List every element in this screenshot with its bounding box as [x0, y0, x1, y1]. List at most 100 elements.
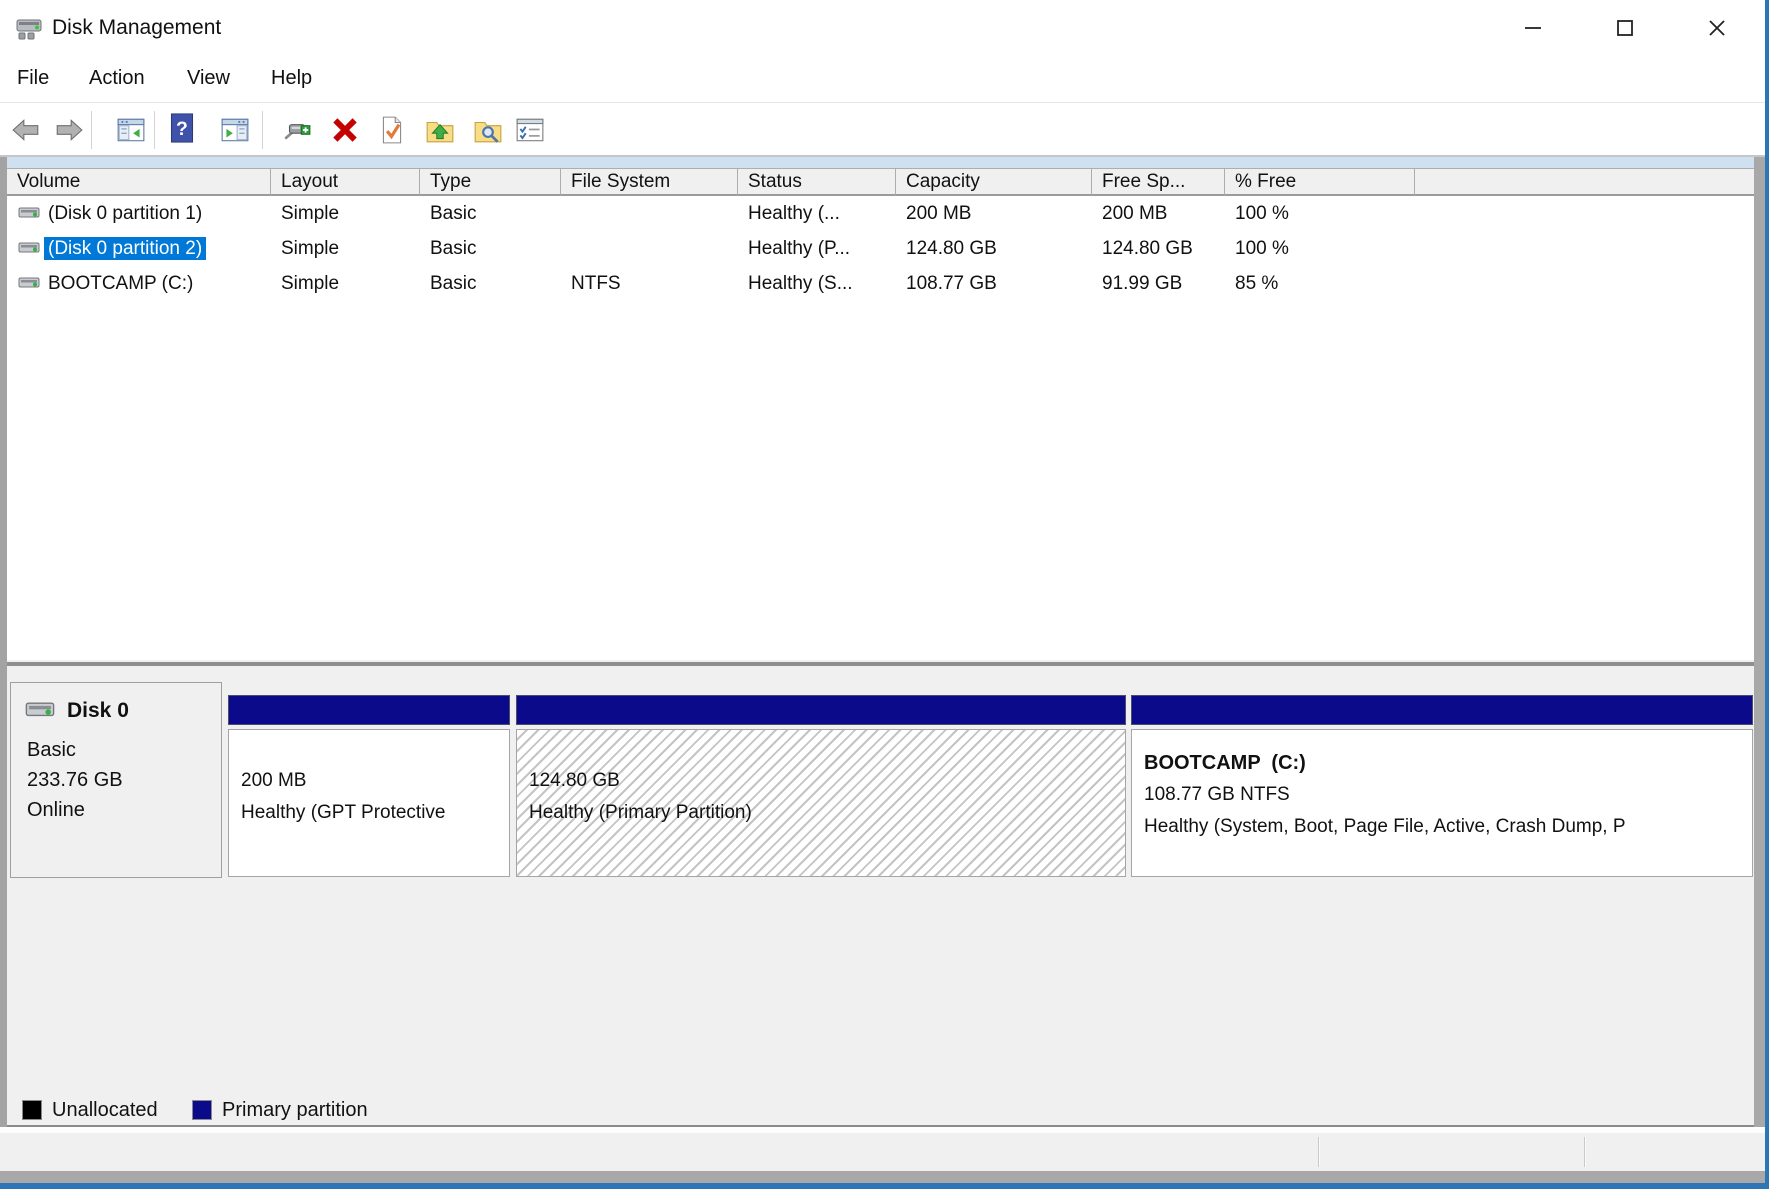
frame-left-edge — [0, 157, 7, 1127]
disk-management-window: Disk Management File Action View Help ? … — [0, 0, 1769, 1189]
cell-type[interactable]: Basic — [430, 196, 476, 231]
show-action-pane-icon[interactable] — [220, 115, 250, 145]
partition-3-body[interactable]: BOOTCAMP (C:) 108.77 GB NTFS Healthy (Sy… — [1131, 729, 1753, 877]
column-header-volume[interactable]: Volume — [7, 168, 271, 196]
column-header-status[interactable]: Status — [738, 168, 896, 196]
menu-file[interactable]: File — [12, 55, 54, 101]
partition-2-header-bar — [516, 695, 1126, 725]
cell-type[interactable]: Basic — [430, 231, 476, 266]
svg-text:?: ? — [176, 118, 188, 140]
partition-status: Healthy (System, Boot, Page File, Active… — [1144, 816, 1626, 837]
legend-primary-partition-label: Primary partition — [222, 1099, 368, 1121]
volume-row[interactable]: BOOTCAMP (C:) Simple Basic NTFS Healthy … — [7, 266, 1754, 301]
cell-free-space[interactable]: 124.80 GB — [1102, 231, 1193, 266]
cell-status[interactable]: Healthy (S... — [748, 266, 853, 301]
status-separator — [1584, 1137, 1586, 1167]
frame-bottom-edge — [0, 1171, 1769, 1183]
maximize-button[interactable] — [1602, 0, 1648, 55]
status-separator — [1318, 1137, 1320, 1167]
column-header-type[interactable]: Type — [420, 168, 561, 196]
disk-state: Online — [27, 799, 85, 821]
help-icon[interactable]: ? — [167, 113, 197, 143]
partition-label: BOOTCAMP (C:) — [1144, 752, 1306, 774]
forward-icon[interactable] — [54, 115, 84, 145]
frame-right-edge — [1754, 157, 1765, 1127]
cell-layout[interactable]: Simple — [281, 231, 339, 266]
cell-type[interactable]: Basic — [430, 266, 476, 301]
app-icon — [16, 19, 42, 40]
column-header-filler — [1415, 168, 1754, 196]
show-console-tree-icon[interactable] — [116, 115, 146, 145]
partition-size: 200 MB — [241, 770, 307, 791]
cell-volume[interactable]: BOOTCAMP (C:) — [48, 266, 193, 301]
partition-status: Healthy (Primary Partition) — [529, 802, 752, 823]
cell-layout[interactable]: Simple — [281, 266, 339, 301]
toolbar-separator — [154, 111, 155, 149]
legend-primary-partition-swatch — [192, 1100, 212, 1120]
disk-kind: Basic — [27, 739, 76, 761]
back-icon[interactable] — [11, 115, 41, 145]
disk-size: 233.76 GB — [27, 769, 123, 791]
pane-splitter[interactable] — [0, 660, 1769, 675]
column-header-pct-free[interactable]: % Free — [1225, 168, 1415, 196]
column-header-capacity[interactable]: Capacity — [896, 168, 1092, 196]
column-header-layout[interactable]: Layout — [271, 168, 420, 196]
partition-3-block[interactable]: BOOTCAMP (C:) 108.77 GB NTFS Healthy (Sy… — [1131, 695, 1753, 877]
graphical-view: Disk 0 Basic 233.76 GB Online 200 MB Hea… — [7, 675, 1754, 1127]
delete-volume-icon[interactable] — [330, 115, 360, 145]
cell-pct-free[interactable]: 85 % — [1235, 266, 1278, 301]
cell-capacity[interactable]: 200 MB — [906, 196, 971, 231]
volume-disk-icon — [18, 242, 40, 253]
volume-list: Volume Layout Type File System Status Ca… — [7, 157, 1754, 660]
folder-up-icon[interactable] — [425, 115, 455, 145]
cell-layout[interactable]: Simple — [281, 196, 339, 231]
menu-view[interactable]: View — [182, 55, 235, 101]
cell-capacity[interactable]: 108.77 GB — [906, 266, 997, 301]
cell-status[interactable]: Healthy (P... — [748, 231, 850, 266]
cell-free-space[interactable]: 91.99 GB — [1102, 266, 1182, 301]
partition-2-block[interactable]: 124.80 GB Healthy (Primary Partition) — [516, 695, 1126, 877]
partition-1-block[interactable]: 200 MB Healthy (GPT Protective — [228, 695, 510, 877]
disk0-panel[interactable]: Disk 0 Basic 233.76 GB Online — [10, 682, 222, 878]
cell-status[interactable]: Healthy (... — [748, 196, 840, 231]
window-title: Disk Management — [52, 16, 222, 39]
toolbar-separator — [91, 111, 92, 149]
close-button[interactable] — [1694, 0, 1740, 55]
toolbar: ? — [0, 102, 1769, 157]
menu-help[interactable]: Help — [266, 55, 317, 101]
menu-action[interactable]: Action — [84, 55, 150, 101]
cell-volume[interactable]: (Disk 0 partition 1) — [48, 196, 202, 231]
minimize-button[interactable] — [1510, 0, 1556, 55]
volume-row[interactable]: (Disk 0 partition 1) Simple Basic Health… — [7, 196, 1754, 231]
cell-pct-free[interactable]: 100 % — [1235, 196, 1289, 231]
disk-icon — [25, 702, 55, 717]
selection-highlight[interactable]: (Disk 0 partition 2) — [44, 237, 207, 260]
minimize-icon — [1525, 26, 1541, 29]
disk-name: Disk 0 — [67, 699, 129, 722]
list-top-strip — [7, 157, 1754, 168]
toolbar-separator — [262, 111, 263, 149]
cell-free-space[interactable]: 200 MB — [1102, 196, 1167, 231]
column-header-free-space[interactable]: Free Sp... — [1092, 168, 1225, 196]
legend-unallocated-label: Unallocated — [52, 1099, 158, 1121]
check-document-icon[interactable] — [377, 115, 407, 145]
cell-pct-free[interactable]: 100 % — [1235, 231, 1289, 266]
legend-unallocated-swatch — [22, 1100, 42, 1120]
properties-icon[interactable] — [515, 115, 545, 145]
folder-search-icon[interactable] — [473, 115, 503, 145]
partition-1-body[interactable]: 200 MB Healthy (GPT Protective — [228, 729, 510, 877]
close-icon — [1709, 19, 1725, 36]
partition-size: 124.80 GB — [529, 770, 620, 791]
partition-2-body-selected[interactable]: 124.80 GB Healthy (Primary Partition) — [516, 729, 1126, 877]
title-bar: Disk Management — [0, 0, 1769, 55]
partition-status: Healthy (GPT Protective — [241, 802, 446, 823]
cell-capacity[interactable]: 124.80 GB — [906, 231, 997, 266]
maximize-icon — [1617, 19, 1633, 36]
partition-1-header-bar — [228, 695, 510, 725]
cell-file-system[interactable]: NTFS — [571, 266, 621, 301]
column-header-file-system[interactable]: File System — [561, 168, 738, 196]
volume-disk-icon — [18, 277, 40, 288]
rescan-disks-icon[interactable] — [282, 115, 312, 145]
cell-volume: (Disk 0 partition 2) — [44, 231, 207, 266]
volume-row-selected[interactable]: (Disk 0 partition 2) Simple Basic Health… — [7, 231, 1754, 266]
